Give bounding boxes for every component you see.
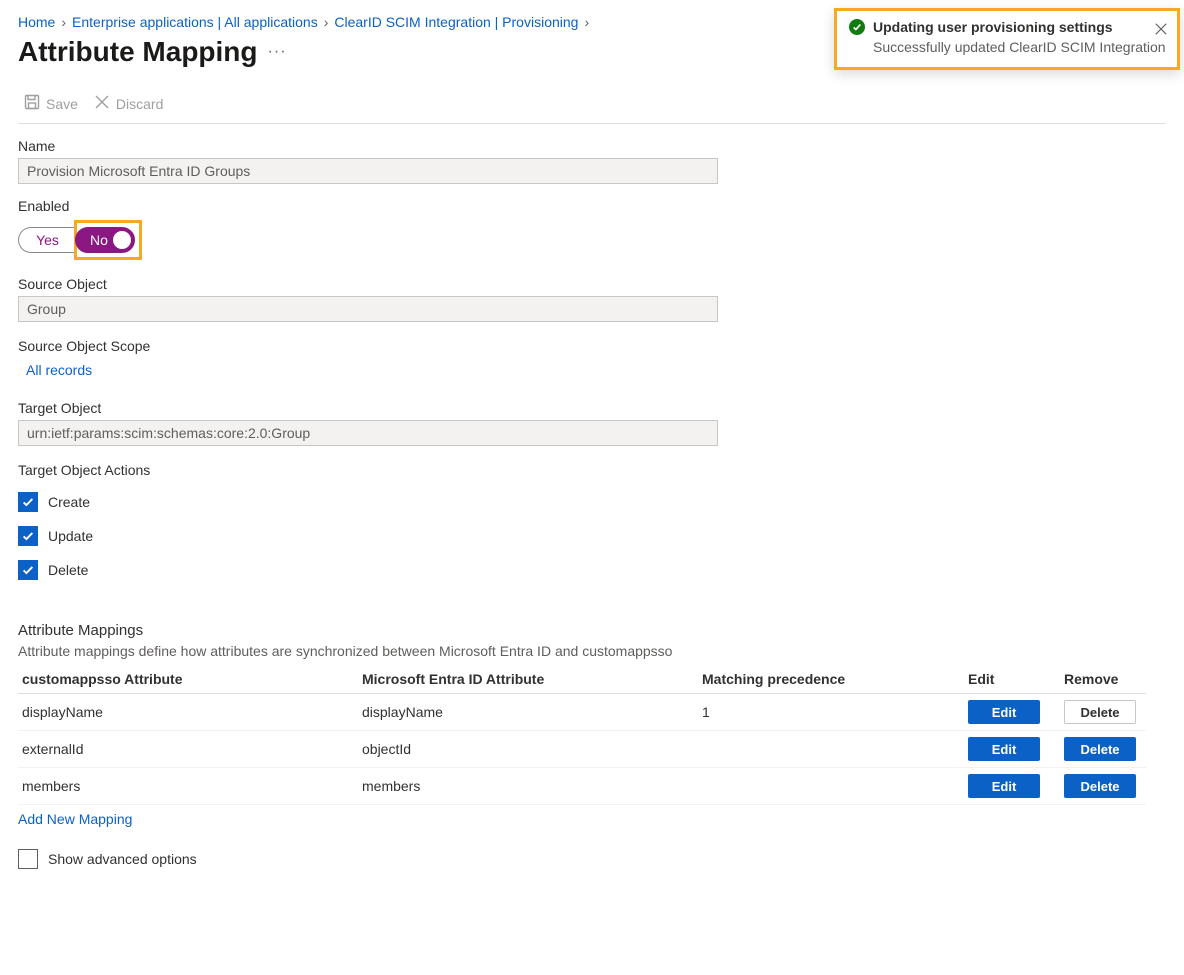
toast-notification: Updating user provisioning settings Succ…: [834, 8, 1180, 70]
chevron-right-icon: ›: [584, 14, 589, 30]
target-object-value: urn:ietf:params:scim:schemas:core:2.0:Gr…: [27, 425, 310, 441]
col-edit-header: Edit: [964, 665, 1060, 694]
enabled-label: Enabled: [18, 198, 1166, 214]
col-entra-header: Microsoft Entra ID Attribute: [358, 665, 698, 694]
attribute-mappings-table: customappsso Attribute Microsoft Entra I…: [18, 665, 1146, 805]
edit-button[interactable]: Edit: [968, 700, 1040, 724]
col-precedence-header: Matching precedence: [698, 665, 964, 694]
create-checkbox[interactable]: [18, 492, 38, 512]
delete-label: Delete: [48, 562, 88, 578]
toast-body: Successfully updated ClearID SCIM Integr…: [873, 39, 1167, 55]
save-button[interactable]: Save: [24, 94, 78, 113]
delete-button[interactable]: Delete: [1064, 737, 1136, 761]
breadcrumb-enterprise-apps[interactable]: Enterprise applications | All applicatio…: [72, 14, 318, 30]
enabled-toggle-no[interactable]: No: [75, 227, 135, 253]
table-row: membersmembers Edit Delete: [18, 768, 1146, 805]
cell-custom-attr: displayName: [18, 694, 358, 731]
breadcrumb-home[interactable]: Home: [18, 14, 55, 30]
toast-title: Updating user provisioning settings: [873, 19, 1113, 35]
cell-entra-attr: displayName: [358, 694, 698, 731]
close-icon: [94, 94, 110, 113]
delete-button[interactable]: Delete: [1064, 774, 1136, 798]
cell-precedence: 1: [698, 694, 964, 731]
edit-button[interactable]: Edit: [968, 774, 1040, 798]
toast-close-button[interactable]: [1154, 22, 1174, 42]
target-object-field: urn:ietf:params:scim:schemas:core:2.0:Gr…: [18, 420, 718, 446]
source-scope-label: Source Object Scope: [18, 338, 1166, 354]
cell-custom-attr: externalId: [18, 731, 358, 768]
discard-label: Discard: [116, 96, 163, 112]
source-object-field: Group: [18, 296, 718, 322]
delete-button: Delete: [1064, 700, 1136, 724]
update-checkbox[interactable]: [18, 526, 38, 546]
mappings-heading: Attribute Mappings: [18, 622, 1166, 639]
add-new-mapping-link[interactable]: Add New Mapping: [18, 811, 132, 827]
col-remove-header: Remove: [1060, 665, 1146, 694]
breadcrumb-provisioning[interactable]: ClearID SCIM Integration | Provisioning: [334, 14, 578, 30]
chevron-right-icon: ›: [324, 14, 329, 30]
save-label: Save: [46, 96, 78, 112]
source-object-label: Source Object: [18, 276, 1166, 292]
cell-entra-attr: objectId: [358, 731, 698, 768]
edit-button[interactable]: Edit: [968, 737, 1040, 761]
col-custom-header: customappsso Attribute: [18, 665, 358, 694]
source-scope-link[interactable]: All records: [26, 362, 92, 378]
source-object-value: Group: [27, 301, 66, 317]
show-advanced-label: Show advanced options: [48, 851, 197, 867]
cell-custom-attr: members: [18, 768, 358, 805]
discard-button[interactable]: Discard: [94, 94, 163, 113]
command-bar: Save Discard: [18, 88, 1166, 124]
cell-precedence: [698, 768, 964, 805]
show-advanced-checkbox[interactable]: [18, 849, 38, 869]
table-row: externalIdobjectId Edit Delete: [18, 731, 1146, 768]
target-object-label: Target Object: [18, 400, 1166, 416]
update-label: Update: [48, 528, 93, 544]
create-label: Create: [48, 494, 90, 510]
page-title: Attribute Mapping: [18, 36, 258, 68]
name-field: Provision Microsoft Entra ID Groups: [18, 158, 718, 184]
mappings-description: Attribute mappings define how attributes…: [18, 643, 1166, 659]
name-value: Provision Microsoft Entra ID Groups: [27, 163, 250, 179]
target-actions-label: Target Object Actions: [18, 462, 1166, 478]
save-icon: [24, 94, 40, 113]
chevron-right-icon: ›: [61, 14, 66, 30]
enabled-toggle-yes[interactable]: Yes: [18, 227, 76, 253]
cell-precedence: [698, 731, 964, 768]
name-label: Name: [18, 138, 1166, 154]
success-icon: [849, 19, 865, 35]
highlight-annotation: No: [74, 220, 142, 260]
delete-checkbox[interactable]: [18, 560, 38, 580]
table-row: displayNamedisplayName1EditDelete: [18, 694, 1146, 731]
cell-entra-attr: members: [358, 768, 698, 805]
more-icon[interactable]: ···: [268, 43, 287, 61]
